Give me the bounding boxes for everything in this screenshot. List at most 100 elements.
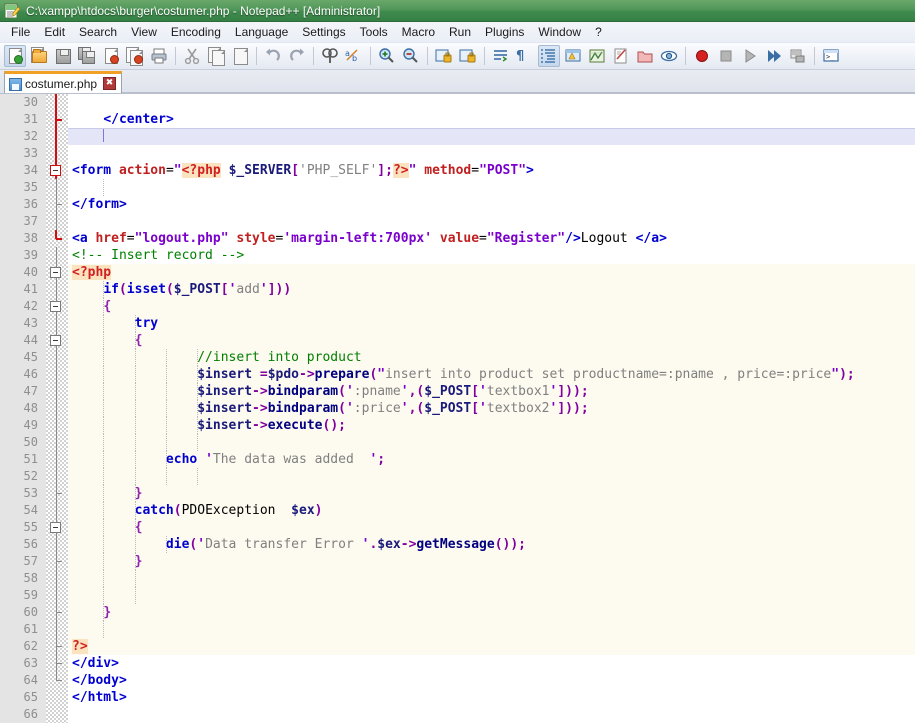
code-line[interactable]: </div>	[68, 655, 915, 672]
menu-item-file[interactable]: File	[4, 22, 37, 42]
fold-row[interactable]	[46, 638, 68, 655]
fold-row[interactable]	[46, 366, 68, 383]
fold-row[interactable]	[46, 502, 68, 519]
save-macro-icon[interactable]	[787, 45, 809, 67]
menu-item-run[interactable]: Run	[442, 22, 478, 42]
menu-item-language[interactable]: Language	[228, 22, 295, 42]
cut-icon[interactable]	[181, 45, 203, 67]
code-line[interactable]	[68, 179, 915, 196]
code-line[interactable]	[68, 213, 915, 230]
fold-row[interactable]	[46, 213, 68, 230]
code-line[interactable]	[68, 128, 915, 145]
fold-collapse-box[interactable]	[50, 165, 61, 176]
paste-icon[interactable]	[229, 45, 251, 67]
replace-icon[interactable]: ab	[343, 45, 365, 67]
menu-item-window[interactable]: Window	[531, 22, 588, 42]
code-line[interactable]: </form>	[68, 196, 915, 213]
fold-row[interactable]	[46, 128, 68, 145]
code-line[interactable]: try	[68, 315, 915, 332]
fold-margin[interactable]	[46, 94, 68, 723]
code-line[interactable]: $insert->execute();	[68, 417, 915, 434]
fold-row[interactable]	[46, 672, 68, 689]
code-line[interactable]: }	[68, 485, 915, 502]
fold-row[interactable]	[46, 383, 68, 400]
code-line[interactable]	[68, 587, 915, 604]
fold-row[interactable]	[46, 281, 68, 298]
code-line[interactable]	[68, 94, 915, 111]
code-line[interactable]: $insert->bindparam(':price',($_POST['tex…	[68, 400, 915, 417]
fold-row[interactable]	[46, 349, 68, 366]
monitoring-icon[interactable]	[658, 45, 680, 67]
code-line[interactable]: <?php	[68, 264, 915, 281]
menu-item-encoding[interactable]: Encoding	[164, 22, 228, 42]
code-line[interactable]: $insert->bindparam(':pname',($_POST['tex…	[68, 383, 915, 400]
code-line[interactable]: {	[68, 298, 915, 315]
code-line[interactable]: </html>	[68, 689, 915, 706]
function-list-icon[interactable]	[610, 45, 632, 67]
copy-icon[interactable]	[205, 45, 227, 67]
code-line[interactable]	[68, 621, 915, 638]
code-line[interactable]	[68, 434, 915, 451]
code-line[interactable]: }	[68, 604, 915, 621]
menu-item-help[interactable]: ?	[588, 22, 609, 42]
playback-macro-icon[interactable]	[739, 45, 761, 67]
close-file-icon[interactable]	[100, 45, 122, 67]
fold-row[interactable]	[46, 604, 68, 621]
code-line[interactable]: <a href="logout.php" style='margin-left:…	[68, 230, 915, 247]
redo-icon[interactable]	[286, 45, 308, 67]
code-line[interactable]: {	[68, 519, 915, 536]
sync-vertical-scroll-icon[interactable]	[433, 45, 455, 67]
close-all-files-icon[interactable]	[124, 45, 146, 67]
code-line[interactable]: echo 'The data was added ';	[68, 451, 915, 468]
code-editor[interactable]: 30 31 32 33 34 35 36 37 38 39 40 41 42 43 44 45 46 47 48 49…	[0, 94, 915, 723]
show-all-characters-icon[interactable]: ¶	[514, 45, 536, 67]
fold-collapse-box[interactable]	[50, 522, 61, 533]
fold-row[interactable]	[46, 536, 68, 553]
fold-row[interactable]	[46, 689, 68, 706]
code-line[interactable]	[68, 706, 915, 723]
fold-row[interactable]	[46, 94, 68, 111]
sync-horizontal-scroll-icon[interactable]	[457, 45, 479, 67]
code-line[interactable]: </body>	[68, 672, 915, 689]
fold-row[interactable]	[46, 468, 68, 485]
code-line[interactable]	[68, 570, 915, 587]
close-icon[interactable]: ✖	[103, 77, 117, 90]
fold-row[interactable]	[46, 706, 68, 723]
code-line[interactable]: </center>	[68, 111, 915, 128]
word-wrap-icon[interactable]	[490, 45, 512, 67]
run-icon[interactable]: >_	[820, 45, 842, 67]
fold-row[interactable]	[46, 145, 68, 162]
menu-item-macro[interactable]: Macro	[395, 22, 442, 42]
find-icon[interactable]	[319, 45, 341, 67]
fold-row[interactable]	[46, 298, 68, 315]
save-icon[interactable]	[52, 45, 74, 67]
fold-row[interactable]	[46, 417, 68, 434]
fold-row[interactable]	[46, 553, 68, 570]
stop-record-macro-icon[interactable]	[715, 45, 737, 67]
fold-row[interactable]	[46, 179, 68, 196]
code-line[interactable]: if(isset($_POST['add']))	[68, 281, 915, 298]
user-defined-dialog-icon[interactable]	[562, 45, 584, 67]
fold-row[interactable]	[46, 332, 68, 349]
print-icon[interactable]	[148, 45, 170, 67]
fold-row[interactable]	[46, 655, 68, 672]
fold-row[interactable]	[46, 434, 68, 451]
folder-as-workspace-icon[interactable]	[634, 45, 656, 67]
start-record-macro-icon[interactable]	[691, 45, 713, 67]
fold-row[interactable]	[46, 570, 68, 587]
new-file-icon[interactable]	[4, 45, 26, 67]
code-line[interactable]: $insert =$pdo->prepare("insert into prod…	[68, 366, 915, 383]
code-line[interactable]: die('Data transfer Error '.$ex->getMessa…	[68, 536, 915, 553]
menu-item-search[interactable]: Search	[72, 22, 124, 42]
code-line[interactable]: <!-- Insert record -->	[68, 247, 915, 264]
save-all-icon[interactable]	[76, 45, 98, 67]
fold-row[interactable]	[46, 400, 68, 417]
code-line[interactable]: }	[68, 553, 915, 570]
fold-row[interactable]	[46, 264, 68, 281]
menu-item-tools[interactable]: Tools	[353, 22, 395, 42]
code-line[interactable]	[68, 468, 915, 485]
tab-costumer-php[interactable]: costumer.php ✖	[4, 71, 123, 93]
zoom-in-icon[interactable]	[376, 45, 398, 67]
code-line[interactable]: {	[68, 332, 915, 349]
fold-row[interactable]	[46, 196, 68, 213]
